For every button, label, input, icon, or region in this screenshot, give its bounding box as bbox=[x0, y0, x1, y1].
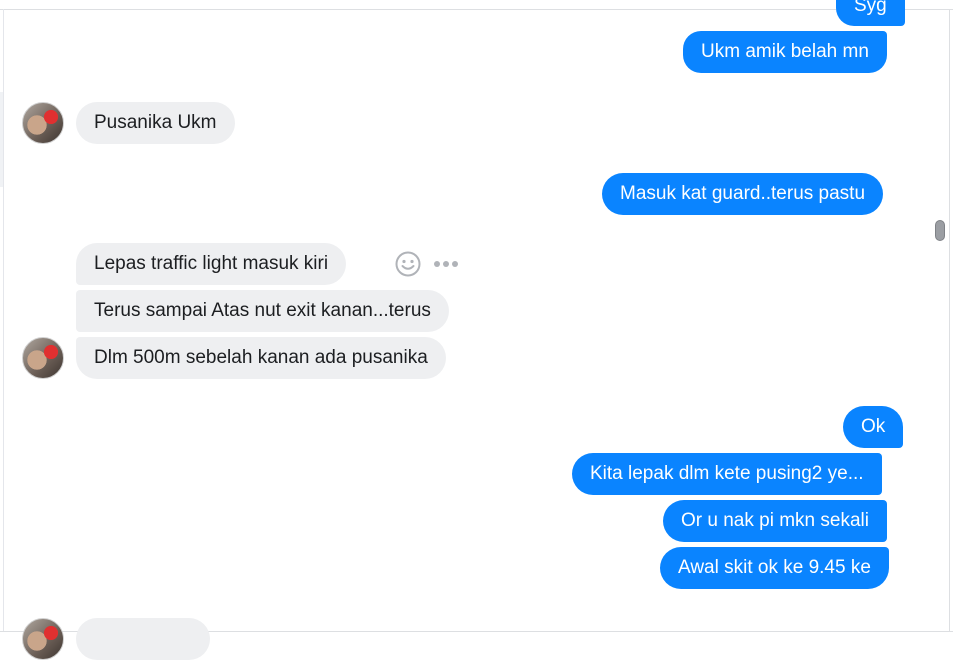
message-incoming[interactable]: Pusanika Ukm bbox=[76, 102, 235, 144]
more-options-icon[interactable] bbox=[433, 256, 459, 272]
message-incoming-partial[interactable] bbox=[76, 618, 210, 660]
message-outgoing[interactable]: Ok bbox=[843, 406, 904, 448]
message-outgoing[interactable]: Masuk kat guard..terus pastu bbox=[602, 173, 884, 215]
window-right-border bbox=[949, 9, 950, 632]
scrollbar-thumb[interactable] bbox=[935, 220, 945, 241]
smiley-icon[interactable] bbox=[395, 251, 421, 277]
contact-avatar[interactable] bbox=[22, 337, 64, 379]
message-outgoing[interactable]: Or u nak pi mkn sekali bbox=[663, 500, 887, 542]
contact-avatar[interactable] bbox=[22, 618, 64, 660]
message-incoming[interactable]: Terus sampai Atas nut exit kanan...terus bbox=[76, 290, 449, 332]
sidebar-edge bbox=[0, 92, 3, 187]
message-incoming[interactable]: Lepas traffic light masuk kiri bbox=[76, 243, 347, 285]
message-outgoing[interactable]: Kita lepak dlm kete pusing2 ye... bbox=[572, 453, 882, 495]
message-incoming[interactable]: Dlm 500m sebelah kanan ada pusanika bbox=[76, 337, 446, 379]
message-outgoing[interactable]: Ukm amik belah mn bbox=[683, 31, 887, 73]
message-outgoing[interactable]: Syg bbox=[836, 0, 905, 26]
message-outgoing[interactable]: Awal skit ok ke 9.45 ke bbox=[660, 547, 889, 589]
window-left-border bbox=[3, 9, 4, 632]
contact-avatar[interactable] bbox=[22, 102, 64, 144]
window-top-border bbox=[0, 0, 953, 10]
